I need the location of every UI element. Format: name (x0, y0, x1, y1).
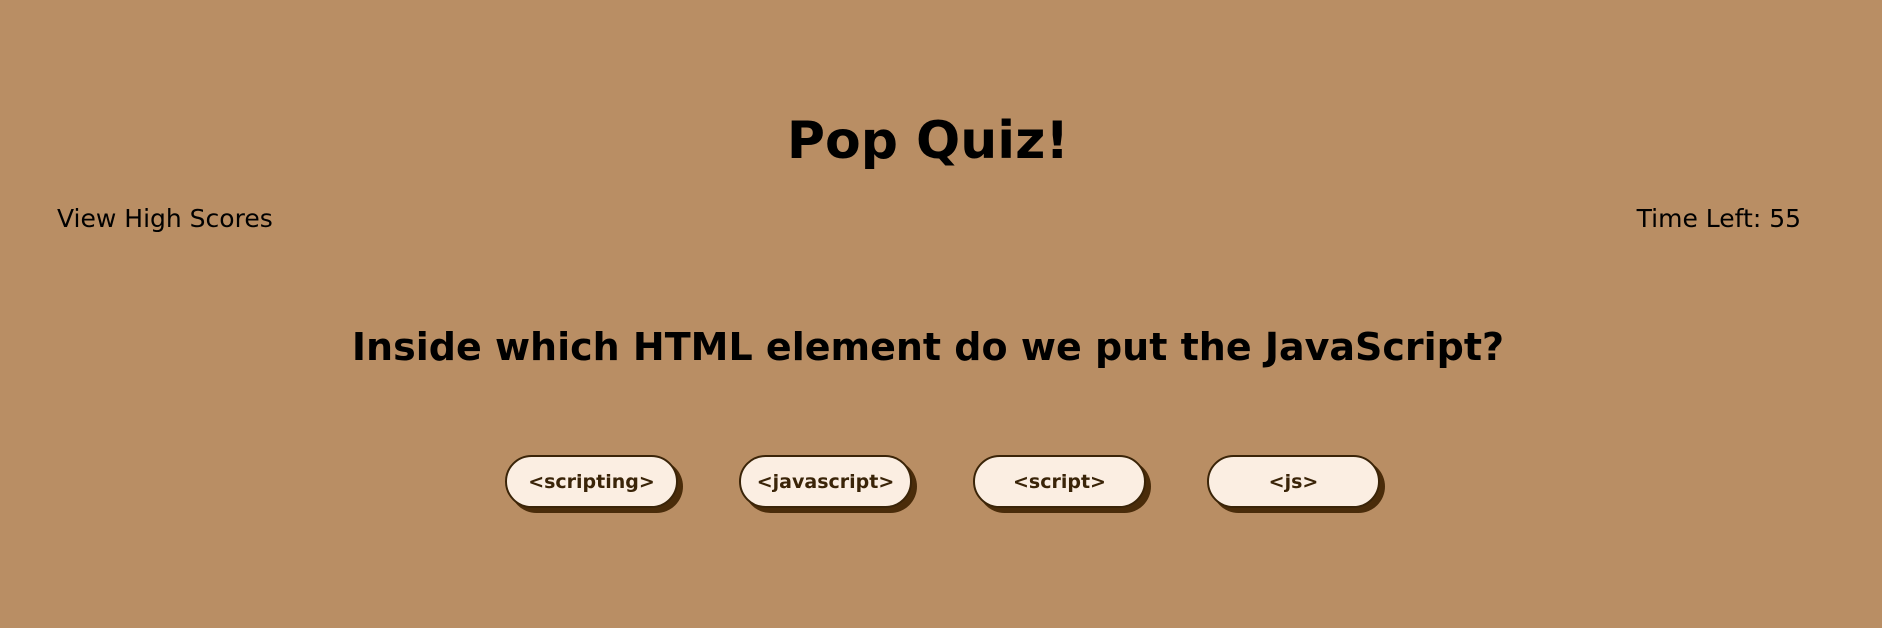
page-title: Pop Quiz! (786, 111, 1070, 171)
answer-button-js[interactable]: <js> (1207, 455, 1380, 508)
answer-button-scripting[interactable]: <scripting> (505, 455, 678, 508)
quiz-page: Pop Quiz! View High Scores Time Left: 55… (0, 0, 1882, 628)
answer-button-javascript[interactable]: <javascript> (739, 455, 912, 508)
answer-choices: <scripting> <javascript> <script> <js> (505, 455, 1380, 508)
answer-button-script[interactable]: <script> (973, 455, 1146, 508)
question-text: Inside which HTML element do we put the … (351, 325, 1505, 369)
view-high-scores-link[interactable]: View High Scores (57, 203, 273, 235)
time-left-display: Time Left: 55 (1636, 204, 1801, 233)
